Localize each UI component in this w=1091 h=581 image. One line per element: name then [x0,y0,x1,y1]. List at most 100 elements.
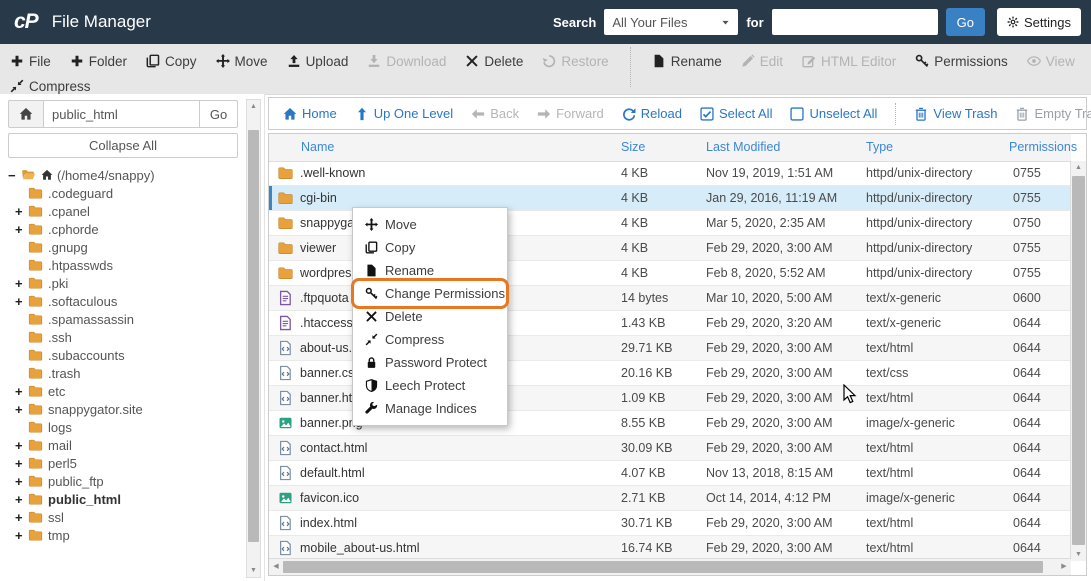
toolbar-folder[interactable]: Folder [70,54,127,69]
scroll-right-icon[interactable]: ▶ [1057,559,1071,575]
toolbar-move[interactable]: Move [215,54,268,69]
expand-icon[interactable]: + [15,528,28,543]
search-go-button[interactable]: Go [945,8,986,36]
nav-reload[interactable]: Reload [622,106,682,121]
column-header-last-modified[interactable]: Last Modified [702,134,862,161]
toolbar-file[interactable]: File [10,54,51,69]
tree-item-htpasswds[interactable]: .htpasswds [0,256,240,274]
tree-item-trash[interactable]: .trash [0,364,240,382]
context-menu-item-change-permissions[interactable]: Change Permissions [351,278,509,309]
file-size: 16.74 KB [621,541,673,555]
sidebar-scroll-thumb[interactable] [248,130,259,542]
context-menu-item-delete[interactable]: Delete [353,305,507,328]
context-menu-item-password-protect[interactable]: Password Protect [353,351,507,374]
table-horizontal-scrollbar[interactable]: ◀ ▶ [269,558,1071,575]
tree-item-logs[interactable]: logs [0,418,240,436]
home-path-button[interactable] [8,100,44,128]
expand-icon[interactable]: + [15,294,28,309]
collapse-icon[interactable]: − [8,168,21,183]
nav-separator [895,102,897,125]
table-row-contact-html[interactable]: contact.html 30.09 KB Feb 29, 2020, 3:00 A… [269,436,1071,461]
tree-item-spamassassin[interactable]: .spamassassin [0,310,240,328]
wrench-icon [365,402,378,415]
collapse-all-button[interactable]: Collapse All [8,133,238,158]
file-name-cell: .well-known [269,161,617,185]
file-size: 14 bytes [621,291,669,305]
tree-item-softaculous[interactable]: + .softaculous [0,292,240,310]
scroll-down-icon[interactable]: ▼ [1071,548,1086,561]
tree-item-subaccounts[interactable]: .subaccounts [0,346,240,364]
toolbar-permissions[interactable]: Permissions [915,54,1008,69]
context-menu-item-compress[interactable]: Compress [353,328,507,351]
expand-icon[interactable]: + [15,474,28,489]
nav-view-trash[interactable]: View Trash [914,106,997,121]
expand-icon[interactable]: + [15,204,28,219]
expand-icon[interactable]: + [15,402,28,417]
tree-item-cpanel[interactable]: + .cpanel [0,202,240,220]
settings-button[interactable]: Settings [997,8,1081,36]
nav-select-all[interactable]: Select All [700,106,772,121]
tree-item-ssl[interactable]: + ssl [0,508,240,526]
tree-item-cphorde[interactable]: + .cphorde [0,220,240,238]
sidebar-scrollbar[interactable]: ▲ ▼ [246,99,261,578]
table-row-default-html[interactable]: default.html 4.07 KB Nov 13, 2018, 8:15 AM… [269,461,1071,486]
expand-icon[interactable]: + [15,276,28,291]
toolbar-label: Download [386,53,447,69]
table-hscroll-thumb[interactable] [283,561,1043,573]
expand-icon[interactable]: + [15,510,28,525]
context-menu-item-copy[interactable]: Copy [353,236,507,259]
toolbar-copy[interactable]: Copy [146,54,197,69]
expand-icon[interactable]: + [15,456,28,471]
path-input[interactable] [44,100,200,128]
scroll-left-icon[interactable]: ◀ [269,559,283,575]
search-input[interactable] [771,9,938,35]
search-scope-select[interactable]: All Your Files [604,9,739,35]
context-menu-item-move[interactable]: Move [353,213,507,236]
tree-item-tmp[interactable]: + tmp [0,526,240,544]
context-menu-item-rename[interactable]: Rename [353,259,507,282]
folder-icon [28,348,43,362]
tree-item-snappygator-site[interactable]: + snappygator.site [0,400,240,418]
tree-item-home4-snappy[interactable]: − (/home4/snappy) [0,166,240,184]
table-row-favicon-ico[interactable]: favicon.ico 2.71 KB Oct 14, 2014, 4:12 PM i… [269,486,1071,511]
scroll-up-icon[interactable]: ▲ [247,100,260,113]
table-row-well-known[interactable]: .well-known 4 KB Nov 19, 2019, 1:51 AM http… [269,161,1071,186]
expand-icon[interactable]: + [15,222,28,237]
scroll-up-icon[interactable]: ▲ [1071,161,1086,174]
scroll-down-icon[interactable]: ▼ [247,564,260,577]
toolbar-upload[interactable]: Upload [287,54,348,69]
tree-item-mail[interactable]: + mail [0,436,240,454]
column-header-type[interactable]: Type [862,134,1007,161]
toolbar-compress[interactable]: Compress [10,79,91,94]
folder-icon [28,294,43,308]
tree-item-etc[interactable]: + etc [0,382,240,400]
file-type: text/html [866,391,914,405]
file-permissions: 0644 [1013,316,1041,330]
nav-unselect-all[interactable]: Unselect All [790,106,877,121]
tree-item-public-ftp[interactable]: + public_ftp [0,472,240,490]
nav-empty-trash[interactable]: Empty Trash [1015,106,1091,121]
expand-icon[interactable]: + [15,492,28,507]
expand-icon[interactable]: + [15,384,28,399]
tree-item-gnupg[interactable]: .gnupg [0,238,240,256]
column-header-permissions[interactable]: Permissions [1007,134,1077,161]
tree-item-codeguard[interactable]: .codeguard [0,184,240,202]
file-text-icon [278,290,293,306]
column-header-size[interactable]: Size [617,134,702,161]
context-menu-item-leech-protect[interactable]: Leech Protect [353,374,507,397]
nav-home[interactable]: Home [283,106,337,121]
toolbar-rename[interactable]: Rename [652,54,722,69]
tree-item-perl5[interactable]: + perl5 [0,454,240,472]
column-header-name[interactable]: Name [269,134,617,161]
context-menu-item-manage-indices[interactable]: Manage Indices [353,397,507,420]
table-row-index-html[interactable]: index.html 30.71 KB Feb 29, 2020, 3:00 AM t… [269,511,1071,536]
path-go-button[interactable]: Go [200,100,238,128]
table-vscroll-thumb[interactable] [1072,176,1085,545]
toolbar-delete[interactable]: Delete [465,54,523,69]
expand-icon[interactable]: + [15,438,28,453]
nav-up-one-level[interactable]: Up One Level [355,106,453,121]
tree-item-pki[interactable]: + .pki [0,274,240,292]
tree-item-public-html[interactable]: + public_html [0,490,240,508]
tree-item-ssh[interactable]: .ssh [0,328,240,346]
table-vertical-scrollbar[interactable]: ▲ ▼ [1070,161,1086,561]
